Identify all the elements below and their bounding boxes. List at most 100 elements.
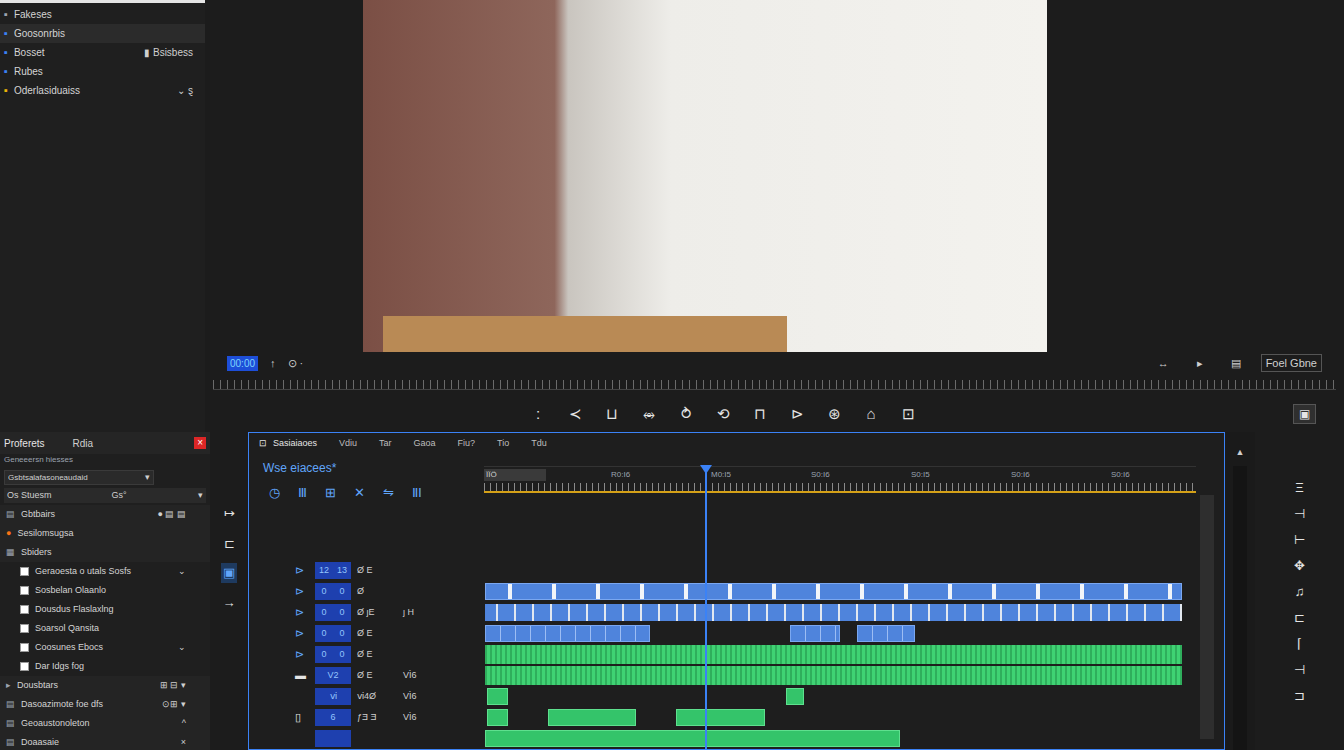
track-toggle[interactable]: ⊳	[295, 646, 315, 663]
track-toggle[interactable]: ⊳	[295, 583, 315, 600]
track-lock-box[interactable]: 00	[315, 604, 351, 621]
track-toggle[interactable]: ▯	[295, 709, 315, 726]
right-tool-icon[interactable]: ⊣	[1294, 662, 1305, 678]
playhead-head-icon[interactable]	[700, 465, 712, 474]
track-lock-box[interactable]: V2	[315, 667, 351, 684]
transport-icon[interactable]: ⥈	[641, 403, 657, 426]
end-button[interactable]: ▣	[1293, 404, 1316, 424]
project-row[interactable]: ●Sesilomsugsa	[0, 524, 210, 543]
checkbox[interactable]	[20, 586, 29, 595]
media-item[interactable]: ▪Fakeses	[0, 5, 205, 24]
viewer-tool-icon[interactable]: ⊙ ·	[288, 355, 304, 372]
track-lock-box[interactable]: 00	[315, 583, 351, 600]
clip[interactable]	[485, 604, 1182, 621]
tool-icon[interactable]: ⊏	[222, 534, 237, 554]
project-row[interactable]: ▸Dousbtars⊞ ⊟ ▾	[0, 676, 210, 695]
checkbox[interactable]	[20, 662, 29, 671]
track-lock-box[interactable]: 6	[315, 709, 351, 726]
clip[interactable]	[676, 709, 766, 726]
transport-icon[interactable]: ⟲	[715, 403, 731, 426]
media-item[interactable]: ▪Rubes	[0, 62, 205, 81]
scrubber[interactable]	[205, 374, 1344, 396]
clip[interactable]	[485, 645, 1182, 664]
track-lock-box[interactable]: 00	[315, 646, 351, 663]
project-row[interactable]: ▤Doaasaie×	[0, 733, 210, 750]
transport-icon[interactable]: ⊓	[752, 403, 768, 426]
project-row[interactable]: ▦Sbiders	[0, 543, 210, 562]
project-row-right[interactable]: ⌄	[178, 565, 186, 579]
transport-icon[interactable]: ⊔	[604, 403, 620, 426]
right-tool-icon[interactable]: ⊐	[1294, 688, 1305, 704]
timeline-tab[interactable]: Vdiu	[339, 437, 357, 451]
project-row[interactable]: ▤Gbtbairs● ▤ ▤	[0, 505, 210, 524]
clip[interactable]	[790, 625, 840, 642]
timeline-tool-icon[interactable]: ⅡⅠ	[412, 483, 422, 503]
project-row-right[interactable]: ^	[182, 717, 186, 731]
project-check-row[interactable]: Coosunes Ebocs⌄	[0, 638, 210, 657]
timeline-tool-icon[interactable]: ◷	[269, 483, 280, 503]
project-row-right[interactable]: ⌄	[178, 641, 186, 655]
media-item[interactable]: ▪Goosonrbis	[0, 24, 205, 43]
checkbox[interactable]	[20, 567, 29, 576]
project-check-row[interactable]: Geraoesta o utals Sosfs⌄	[0, 562, 210, 581]
transport-icon[interactable]: ≺	[567, 403, 583, 426]
clip[interactable]	[485, 730, 900, 747]
track-lock-box[interactable]	[315, 730, 351, 747]
transport-icon[interactable]: ⌂	[863, 403, 879, 426]
project-tab[interactable]: Rdia	[73, 436, 94, 451]
clip[interactable]	[485, 583, 1182, 600]
project-check-row[interactable]: Sosbelan Olaanlo	[0, 581, 210, 600]
timeline-tool-icon[interactable]: ⇋	[383, 483, 394, 503]
timeline-tab[interactable]: Gaoa	[414, 437, 436, 451]
project-check-row[interactable]: Dousdus Flaslaxlng	[0, 600, 210, 619]
project-title[interactable]: Proferets	[4, 436, 45, 451]
timeline-tab[interactable]: Tio	[497, 437, 509, 451]
right-tool-icon[interactable]: ⊏	[1294, 610, 1305, 626]
tool-icon[interactable]: ↦	[222, 504, 237, 524]
project-row[interactable]: ▤Geoaustonoleton^	[0, 714, 210, 733]
transport-icon[interactable]: ⊳	[789, 403, 805, 426]
clip[interactable]	[487, 709, 508, 726]
time-ruler[interactable]: ÏÏÖR0:I6M0:I5S0:I6S0:I5S0:I6S0:I6	[484, 467, 1196, 493]
viewer-right-icon[interactable]: ↔	[1150, 355, 1177, 372]
project-row-right[interactable]: ● ▤ ▤	[158, 508, 186, 522]
track-toggle[interactable]: ⊳	[295, 604, 315, 621]
right-tool-icon[interactable]: ♫	[1295, 584, 1305, 600]
right-tool-icon[interactable]: ⊣	[1294, 506, 1305, 522]
viewer-right-icon[interactable]: ▸	[1189, 355, 1211, 372]
clip[interactable]	[857, 625, 915, 642]
timeline-tool-icon[interactable]: Ⅲ	[298, 483, 307, 503]
right-tool-icon[interactable]: ✥	[1294, 558, 1305, 574]
timeline-tab[interactable]: Sasiaiaoes	[273, 437, 317, 451]
track-lock-box[interactable]: 00	[315, 625, 351, 642]
transport-icon[interactable]: ⊡	[900, 403, 916, 426]
timeline-tool-icon[interactable]: ✕	[354, 483, 365, 503]
timeline-tab-icon[interactable]: ⊡	[259, 437, 267, 451]
fit-dropdown[interactable]: Foel Gbne	[1261, 354, 1322, 373]
clip[interactable]	[487, 688, 508, 705]
transport-icon[interactable]: ⊛	[826, 403, 842, 426]
timeline-tab[interactable]: Fiu?	[458, 437, 476, 451]
close-button[interactable]: ×	[194, 437, 206, 449]
clip[interactable]	[786, 688, 805, 705]
track-toggle[interactable]: ▬	[295, 667, 315, 684]
project-check-row[interactable]: Dar Idgs fog	[0, 657, 210, 676]
project-dropdown[interactable]: Gsbtsalafasoneaudaid▾	[4, 470, 154, 485]
media-item[interactable]: ▪Oderlasiduaiss⌄ ȿ	[0, 81, 205, 100]
timeline-scrollbar[interactable]	[1200, 495, 1214, 739]
clip[interactable]	[548, 709, 636, 726]
project-row[interactable]: ▤Dasoazimote foe dfs⊙⊞ ▾	[0, 695, 210, 714]
sequence-name[interactable]: Wse eiacees*	[263, 459, 484, 477]
project-check-row[interactable]: Soarsol Qansita	[0, 619, 210, 638]
project-row-right[interactable]: ⊙⊞ ▾	[162, 698, 186, 712]
checkbox[interactable]	[20, 643, 29, 652]
track-toggle[interactable]: ⊳	[295, 625, 315, 642]
media-item[interactable]: ▪Bosset▮ Bsisbess	[0, 43, 205, 62]
select-row[interactable]: Os StuesmGs°▾	[4, 488, 206, 503]
playhead[interactable]	[705, 467, 707, 749]
clip[interactable]	[485, 666, 1182, 685]
timeline-tab[interactable]: Tar	[379, 437, 392, 451]
viewer-tool-icon[interactable]: ↑	[270, 355, 276, 372]
right-tool-icon[interactable]: Ξ	[1295, 480, 1303, 496]
track-lock-box[interactable]: 1213	[315, 562, 351, 579]
